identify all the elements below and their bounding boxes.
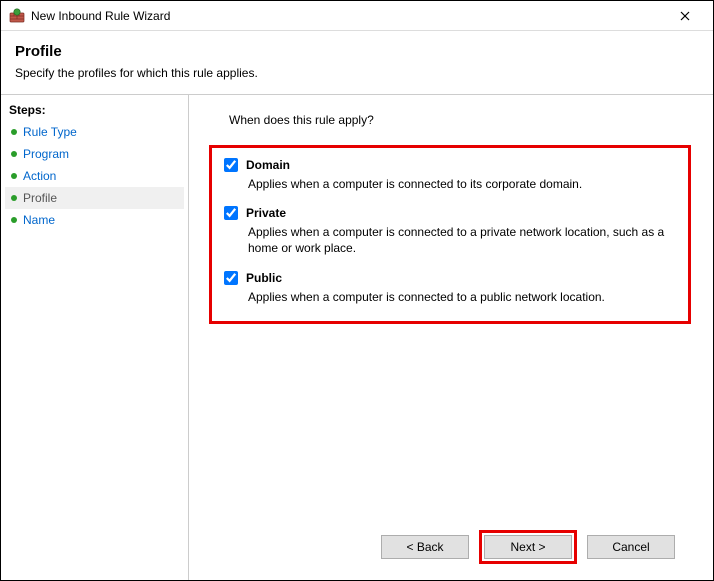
option-domain-label: Domain — [246, 158, 290, 172]
step-label: Action — [23, 169, 56, 183]
header-area: Profile Specify the profiles for which t… — [1, 31, 713, 95]
option-public-label: Public — [246, 271, 282, 285]
option-domain-desc: Applies when a computer is connected to … — [248, 176, 676, 192]
option-domain-row[interactable]: Domain — [218, 158, 676, 172]
close-button[interactable] — [665, 2, 705, 30]
option-domain: Domain Applies when a computer is connec… — [218, 158, 676, 192]
option-public-row[interactable]: Public — [218, 271, 676, 285]
step-name[interactable]: Name — [5, 209, 184, 231]
step-profile[interactable]: Profile — [5, 187, 184, 209]
content-pane: When does this rule apply? Domain Applie… — [189, 95, 713, 580]
titlebar-left: New Inbound Rule Wizard — [9, 8, 170, 24]
option-public: Public Applies when a computer is connec… — [218, 271, 676, 305]
checkbox-domain[interactable] — [224, 158, 238, 172]
option-private: Private Applies when a computer is conne… — [218, 206, 676, 256]
next-button[interactable]: Next > — [484, 535, 572, 559]
next-highlight: Next > — [479, 530, 577, 564]
window-title: New Inbound Rule Wizard — [31, 9, 170, 23]
back-button[interactable]: < Back — [381, 535, 469, 559]
page-subtitle: Specify the profiles for which this rule… — [15, 66, 699, 80]
options-highlight: Domain Applies when a computer is connec… — [209, 145, 691, 324]
firewall-icon — [9, 8, 25, 24]
spacer — [217, 324, 693, 522]
steps-sidebar: Steps: Rule Type Program Action Profile … — [1, 95, 189, 580]
step-rule-type[interactable]: Rule Type — [5, 121, 184, 143]
option-private-desc: Applies when a computer is connected to … — [248, 224, 676, 256]
footer-buttons: < Back Next > Cancel — [217, 522, 693, 570]
step-label: Program — [23, 147, 69, 161]
option-private-label: Private — [246, 206, 286, 220]
bullet-icon — [11, 151, 17, 157]
step-action[interactable]: Action — [5, 165, 184, 187]
checkbox-private[interactable] — [224, 206, 238, 220]
option-private-row[interactable]: Private — [218, 206, 676, 220]
page-title: Profile — [15, 43, 699, 60]
cancel-button[interactable]: Cancel — [587, 535, 675, 559]
bullet-icon — [11, 173, 17, 179]
wizard-window: New Inbound Rule Wizard Profile Specify … — [0, 0, 714, 581]
option-public-desc: Applies when a computer is connected to … — [248, 289, 676, 305]
titlebar: New Inbound Rule Wizard — [1, 1, 713, 31]
close-icon — [680, 11, 690, 21]
bullet-icon — [11, 129, 17, 135]
step-label: Profile — [23, 191, 57, 205]
steps-heading: Steps: — [5, 101, 184, 121]
bullet-icon — [11, 217, 17, 223]
step-program[interactable]: Program — [5, 143, 184, 165]
question-text: When does this rule apply? — [229, 113, 693, 127]
body-area: Steps: Rule Type Program Action Profile … — [1, 95, 713, 580]
step-label: Name — [23, 213, 55, 227]
bullet-icon — [11, 195, 17, 201]
checkbox-public[interactable] — [224, 271, 238, 285]
step-label: Rule Type — [23, 125, 77, 139]
